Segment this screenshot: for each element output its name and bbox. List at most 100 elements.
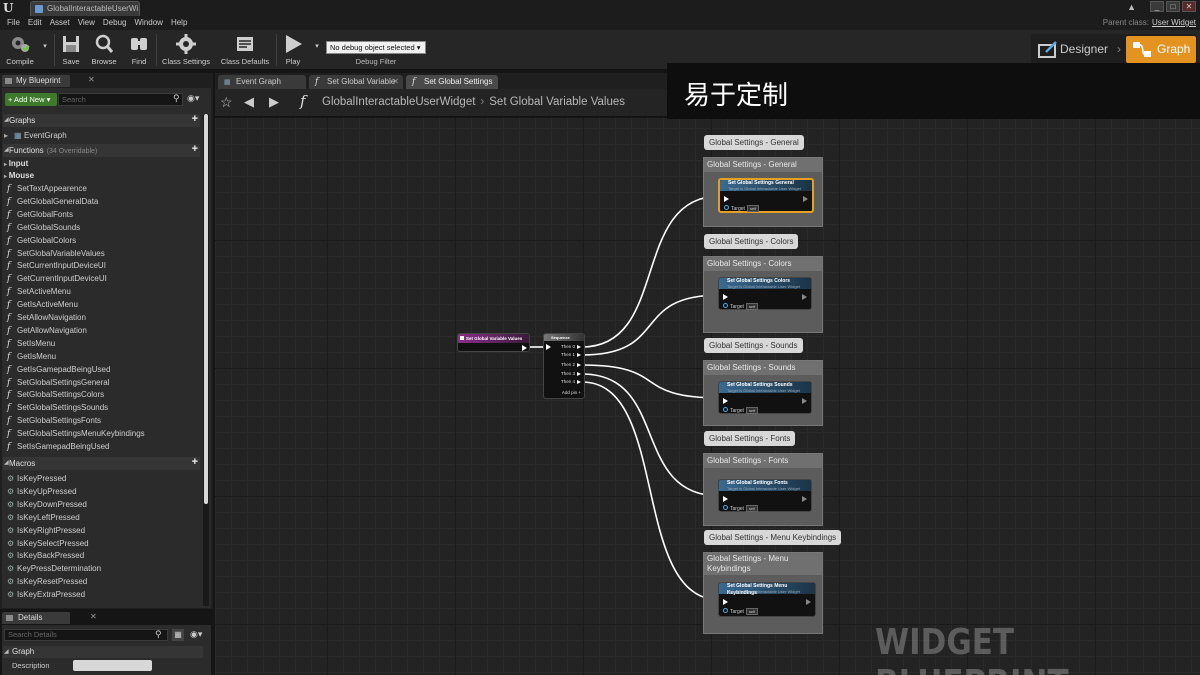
macro-item[interactable]: ⚙ IsKeyDownPressed <box>7 498 87 511</box>
comment-bubble[interactable]: Global Settings - Sounds <box>704 338 803 353</box>
add-macro-plus-icon[interactable]: + <box>192 456 198 469</box>
exec-in-pin-icon[interactable] <box>723 599 728 605</box>
category-mouse[interactable]: ▸ Mouse <box>4 170 34 182</box>
play-button[interactable]: Play <box>280 30 306 70</box>
set-global-settings-colors-node[interactable]: Set Global Settings Colors Target is Glo… <box>718 277 812 310</box>
macro-item[interactable]: ⚙ IsKeyLeftPressed <box>7 511 80 524</box>
macros-section-header[interactable]: ◢ Macros + <box>3 456 200 470</box>
add-function-plus-icon[interactable]: + <box>192 143 198 156</box>
comment-bubble[interactable]: Global Settings - Colors <box>704 234 799 249</box>
comment-bubble[interactable]: Global Settings - General <box>704 135 804 150</box>
comment-box-general[interactable]: Global Settings - General Set Global Set… <box>703 157 823 227</box>
my-blueprint-search-input[interactable]: Search <box>58 93 183 106</box>
exec-in-pin-icon[interactable] <box>723 398 728 404</box>
debug-object-select[interactable]: No debug object selected ▾ <box>326 41 426 54</box>
description-field[interactable] <box>73 660 152 671</box>
function-item[interactable]: f GetAllowNavigation <box>7 324 87 337</box>
view-options-eye-icon[interactable]: ◉▾ <box>187 93 199 104</box>
function-entry-node[interactable]: Set Global Variable Values <box>457 333 530 352</box>
find-button[interactable]: Find <box>126 30 152 70</box>
macro-item[interactable]: ⚙ IsKeyUpPressed <box>7 485 77 498</box>
graph-item-eventgraph[interactable]: ▸ ▦ EventGraph <box>4 129 67 142</box>
set-global-settings-general-node[interactable]: Set Global Settings General Target is Gl… <box>718 178 814 213</box>
macro-item[interactable]: ⚙ IsKeyResetPressed <box>7 575 87 588</box>
sequence-pin[interactable]: Then 4 <box>561 379 581 384</box>
add-graph-plus-icon[interactable]: + <box>192 113 198 126</box>
exec-out-pin-icon[interactable] <box>802 496 807 502</box>
class-defaults-button[interactable]: Class Defaults <box>218 30 272 70</box>
macro-item[interactable]: ⚙ IsKeySelectPressed <box>7 537 89 550</box>
breadcrumb-current[interactable]: Set Global Variable Values <box>489 96 625 108</box>
designer-mode-button[interactable]: Designer <box>1034 36 1122 63</box>
category-input[interactable]: ▸ Input <box>4 158 28 170</box>
document-tab[interactable]: GlobalInteractableUserWi <box>30 1 140 16</box>
comment-box-sounds[interactable]: Global Settings - Sounds Set Global Sett… <box>703 360 823 426</box>
macro-item[interactable]: ⚙ IsKeyRightPressed <box>7 524 85 537</box>
function-item[interactable]: f GetGlobalFonts <box>7 208 73 221</box>
sequence-pin[interactable]: Then 1 <box>561 352 581 357</box>
menu-asset[interactable]: Asset <box>46 17 74 30</box>
macro-item[interactable]: ⚙ KeyPressDetermination <box>7 562 101 575</box>
menu-debug[interactable]: Debug <box>99 17 131 30</box>
comment-bubble[interactable]: Global Settings - Menu Keybindings <box>704 530 842 545</box>
my-blueprint-tab[interactable]: My Blueprint <box>2 75 70 87</box>
tab-close-icon[interactable]: ✕ <box>392 75 399 89</box>
my-blueprint-scrollbar-thumb[interactable] <box>204 114 208 504</box>
comment-box-menu-keybindings[interactable]: Global Settings - Menu Keybindings Set G… <box>703 552 823 634</box>
function-item[interactable]: f SetGlobalSettingsSounds <box>7 401 108 414</box>
menu-edit[interactable]: Edit <box>24 17 46 30</box>
set-global-settings-menu-keybindings-node[interactable]: Set Global Settings Menu Keybindings Tar… <box>718 582 816 617</box>
exec-in-pin-icon[interactable] <box>723 496 728 502</box>
add-pin-button[interactable]: Add pin + <box>562 390 581 395</box>
property-matrix-icon[interactable]: ▦ <box>172 629 184 641</box>
function-item[interactable]: f GetGlobalGeneralData <box>7 195 98 208</box>
comment-box-fonts[interactable]: Global Settings - Fonts Set Global Setti… <box>703 453 823 526</box>
graph-mode-button[interactable]: Graph <box>1126 36 1196 63</box>
notification-icon[interactable]: ▲ <box>1127 2 1136 12</box>
exec-in-pin-icon[interactable] <box>724 196 729 202</box>
function-item[interactable]: f GetIsMenu <box>7 350 56 363</box>
sequence-pin[interactable]: Then 0 <box>561 344 581 349</box>
exec-out-pin-icon[interactable] <box>803 196 808 202</box>
target-pin[interactable]: Target self <box>723 505 759 512</box>
browse-button[interactable]: Browse <box>88 30 120 70</box>
view-options-eye-icon[interactable]: ◉▾ <box>190 629 202 640</box>
save-button[interactable]: Save <box>58 30 84 70</box>
tab-event-graph[interactable]: ▦ Event Graph <box>218 75 306 89</box>
macro-item[interactable]: ⚙ IsKeyPressed <box>7 472 66 485</box>
close-icon[interactable]: ✕ <box>1182 1 1196 12</box>
function-item[interactable]: f SetGlobalSettingsMenuKeybindings <box>7 427 145 440</box>
function-item[interactable]: f GetIsGamepadBeingUsed <box>7 363 110 376</box>
function-item[interactable]: f GetIsActiveMenu <box>7 298 78 311</box>
exec-out-pin-icon[interactable] <box>806 599 811 605</box>
maximize-icon[interactable]: □ <box>1166 1 1180 12</box>
menu-window[interactable]: Window <box>130 17 166 30</box>
function-item[interactable]: f GetGlobalSounds <box>7 221 80 234</box>
breadcrumb-root[interactable]: GlobalInteractableUserWidget <box>322 96 475 108</box>
target-pin[interactable]: Target self <box>723 608 759 615</box>
function-item[interactable]: f GetCurrentInputDeviceUI <box>7 272 107 285</box>
function-item[interactable]: f SetIsGamepadBeingUsed <box>7 440 110 453</box>
exec-out-pin-icon[interactable] <box>802 294 807 300</box>
play-options-chevron-icon[interactable]: ▾ <box>312 42 322 52</box>
target-pin[interactable]: Target self <box>723 407 759 414</box>
sequence-pin[interactable]: Then 3 <box>561 371 581 376</box>
sequence-node[interactable]: Sequence Then 0 Then 1 Then 2 Then 3 The… <box>543 333 585 399</box>
details-graph-section[interactable]: ◢ Graph <box>3 646 203 658</box>
sequence-pin[interactable]: Then 2 <box>561 362 581 367</box>
function-item[interactable]: f SetAllowNavigation <box>7 311 86 324</box>
parent-class-link[interactable]: User Widget <box>1152 18 1196 27</box>
macro-item[interactable]: ⚙ IsKeyExtraPressed <box>7 588 85 601</box>
set-global-settings-sounds-node[interactable]: Set Global Settings Sounds Target is Glo… <box>718 381 812 414</box>
functions-section-header[interactable]: ◢ Functions (34 Overridable) + <box>3 143 200 157</box>
back-arrow-icon[interactable]: ◀ <box>244 94 254 110</box>
function-item[interactable]: f SetGlobalSettingsGeneral <box>7 376 110 389</box>
favorite-star-icon[interactable]: ☆ <box>220 94 233 111</box>
my-blueprint-close-icon[interactable]: ✕ <box>88 75 95 84</box>
exec-in-pin-icon[interactable] <box>546 344 551 350</box>
class-settings-button[interactable]: Class Settings <box>160 30 212 70</box>
exec-in-pin-icon[interactable] <box>723 294 728 300</box>
function-item[interactable]: f GetGlobalColors <box>7 234 76 247</box>
details-close-icon[interactable]: ✕ <box>90 612 97 621</box>
minimize-icon[interactable]: _ <box>1150 1 1164 12</box>
